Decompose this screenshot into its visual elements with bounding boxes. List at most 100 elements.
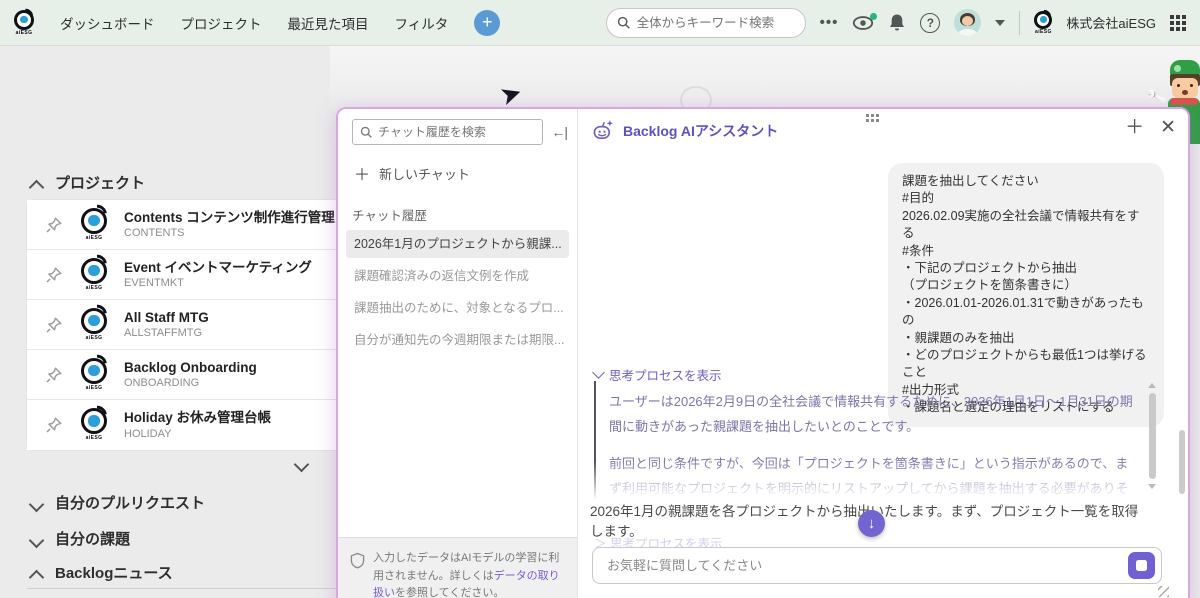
scroll-up-arrow-icon[interactable] xyxy=(1148,383,1156,388)
dashboard-background: ➤ 🔧 プロジェクト aiESG Contents コン xyxy=(0,46,1200,598)
pin-icon[interactable] xyxy=(45,366,63,384)
notifications-button[interactable] xyxy=(888,13,906,32)
project-logo: aiESG xyxy=(77,408,111,442)
user-message-line: 課題を抽出してください xyxy=(902,173,1150,190)
mascot-face xyxy=(1172,78,1198,98)
search-icon xyxy=(617,16,631,30)
org-name[interactable]: 株式会社aiESG xyxy=(1066,13,1156,32)
thinking-paragraph: ユーザーは2026年2月9日の全社会議で情報共有するために、2026年1月1日～… xyxy=(609,389,1138,439)
expand-chevron-icon xyxy=(30,496,43,509)
apps-grid-icon[interactable] xyxy=(1170,15,1186,31)
history-header: チャット履歴 xyxy=(338,185,577,230)
pin-icon[interactable] xyxy=(45,316,63,334)
new-window-button[interactable]: ＋ xyxy=(1125,117,1144,139)
user-message-line: #条件 xyxy=(902,243,1150,260)
projects-section-header[interactable]: プロジェクト xyxy=(30,172,145,193)
chat-input[interactable] xyxy=(607,558,1128,573)
project-name: Event イベントマーケティング xyxy=(124,259,312,277)
user-avatar[interactable] xyxy=(954,9,981,36)
aiesg-logo-icon xyxy=(81,358,107,384)
thinking-paragraph: 前回と同じ条件ですが、今回は「プロジェクトを箇条書きに」という指示があるので、ま… xyxy=(609,451,1138,509)
scroll-down-arrow-icon[interactable] xyxy=(1148,484,1156,489)
mascot-scarf xyxy=(1170,98,1198,105)
project-key: ALLSTAFFMTG xyxy=(124,326,209,340)
chat-input-box[interactable] xyxy=(592,547,1162,584)
resize-handle[interactable] xyxy=(1158,586,1169,597)
scrollbar-thumb[interactable] xyxy=(1149,393,1156,479)
shield-icon xyxy=(350,552,365,569)
search-icon xyxy=(360,126,373,139)
watch-icon[interactable] xyxy=(852,15,874,31)
pullrequests-section-header[interactable]: 自分のプルリクエスト xyxy=(30,492,205,513)
user-message-line: （プロジェクトを箇条書きに） xyxy=(902,277,1150,294)
bell-icon xyxy=(888,13,906,32)
avatar-shirt xyxy=(958,29,977,36)
project-card[interactable]: aiESG All Staff MTG ALLSTAFFMTG xyxy=(27,300,357,350)
close-button[interactable]: ✕ xyxy=(1160,117,1176,139)
user-message-line: ・どのプロジェクトからも最低1つは挙げること xyxy=(902,347,1150,382)
project-card[interactable]: aiESG Event イベントマーケティング EVENTMKT xyxy=(27,250,357,300)
pin-icon[interactable] xyxy=(45,266,63,284)
user-message-line: ・親課題のみを抽出 xyxy=(902,330,1150,347)
ai-robot-icon xyxy=(592,119,615,142)
nav-filter[interactable]: フィルタ xyxy=(395,13,449,33)
user-menu-caret-icon[interactable] xyxy=(995,20,1005,26)
project-logo: aiESG xyxy=(77,208,111,242)
global-search-input[interactable] xyxy=(637,16,787,30)
chat-history-panel: ←| ＋ 新しいチャット チャット履歴 2026年1月のプロジェクトから親課..… xyxy=(338,109,578,598)
project-card[interactable]: aiESG Holiday お休み管理台帳 HOLIDAY xyxy=(27,400,357,450)
history-item[interactable]: 課題確認済みの返信文例を作成 xyxy=(346,262,569,290)
project-logo: aiESG xyxy=(77,258,111,292)
org-logo[interactable]: aiESG xyxy=(1034,11,1052,35)
help-button[interactable]: ? xyxy=(920,13,940,33)
scroll-to-bottom-button[interactable]: ↓ xyxy=(858,510,885,537)
history-item[interactable]: 2026年1月のプロジェクトから親課... xyxy=(346,230,569,258)
chat-scrollbar-thumb[interactable] xyxy=(1179,430,1185,494)
aiesg-logo-icon xyxy=(14,10,34,30)
collapse-chevron-icon xyxy=(30,566,43,579)
backlog-news-section-header[interactable]: Backlogニュース xyxy=(30,562,173,583)
project-key: CONTENTS xyxy=(124,226,335,240)
aiesg-org-logo-icon xyxy=(1034,11,1052,29)
nav-dashboard[interactable]: ダッシュボード xyxy=(60,13,155,33)
project-name: Holiday お休み管理台帳 xyxy=(124,409,271,427)
thinking-process: ユーザーは2026年2月9日の全社会議で情報共有するために、2026年1月1日～… xyxy=(594,381,1142,509)
aiesg-logo-icon xyxy=(81,308,107,334)
aiesg-logo-icon xyxy=(81,408,107,434)
thinking-scrollbar[interactable] xyxy=(1147,383,1157,509)
new-chat-button[interactable]: ＋ 新しいチャット xyxy=(338,145,577,185)
nav-recent[interactable]: 最近見た項目 xyxy=(288,13,369,33)
nav-projects[interactable]: プロジェクト xyxy=(181,13,262,33)
stop-generating-button[interactable] xyxy=(1128,552,1155,579)
history-list: 2026年1月のプロジェクトから親課... 課題確認済みの返信文例を作成課題抽出の… xyxy=(338,230,577,354)
project-logo: aiESG xyxy=(77,358,111,392)
drag-handle[interactable] xyxy=(866,114,879,122)
project-name: Backlog Onboarding xyxy=(124,359,257,377)
collapse-panel-icon[interactable]: ←| xyxy=(551,124,567,140)
watch-badge xyxy=(870,13,877,20)
history-item[interactable]: 課題抽出のために、対象となるプロ... xyxy=(346,294,569,322)
project-name: All Staff MTG xyxy=(124,309,209,327)
collapse-chevron-icon xyxy=(30,176,43,189)
history-item[interactable]: 自分が通知先の今週期限または期限... xyxy=(346,326,569,354)
expand-projects-chevron-icon[interactable] xyxy=(295,456,308,469)
aiesg-logo-icon xyxy=(81,258,107,284)
chevron-down-icon xyxy=(592,366,605,379)
expand-chevron-icon xyxy=(30,532,43,545)
project-card[interactable]: aiESG Backlog Onboarding ONBOARDING xyxy=(27,350,357,400)
history-search-input[interactable] xyxy=(378,125,508,139)
more-menu-icon[interactable]: ••• xyxy=(820,14,839,31)
chat-panel: Backlog AIアシスタント ＋ ✕ 課題を抽出してください#目的2026.… xyxy=(578,109,1188,598)
project-list: aiESG Contents コンテンツ制作進行管理 CONTENTS aiES… xyxy=(27,200,357,450)
pin-icon[interactable] xyxy=(45,416,63,434)
backlog-space-logo[interactable]: aiESG xyxy=(14,10,34,36)
history-search[interactable] xyxy=(352,119,543,145)
global-search[interactable] xyxy=(606,8,806,38)
global-add-button[interactable]: + xyxy=(474,10,500,36)
my-issues-section-header[interactable]: 自分の課題 xyxy=(30,528,130,549)
aiesg-logo-icon xyxy=(81,208,107,234)
project-card[interactable]: aiESG Contents コンテンツ制作進行管理 CONTENTS xyxy=(27,200,357,250)
pin-icon[interactable] xyxy=(45,216,63,234)
project-name: Contents コンテンツ制作進行管理 xyxy=(124,209,335,227)
nav-divider xyxy=(1019,11,1020,35)
